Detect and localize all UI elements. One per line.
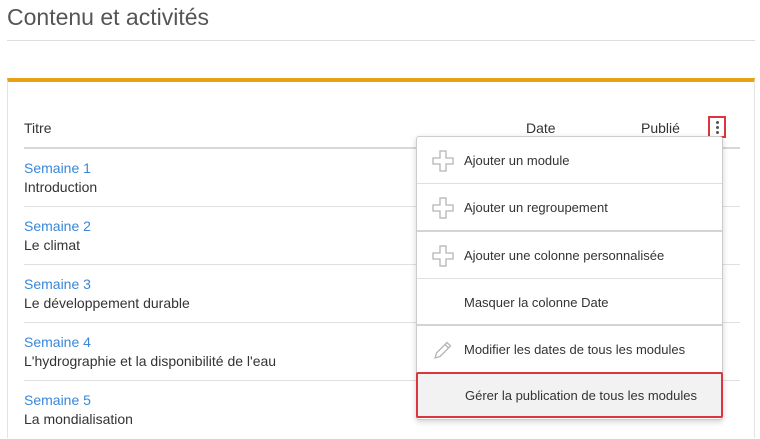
- menu-item-label: Gérer la publication de tous les modules: [465, 387, 697, 403]
- module-link[interactable]: Semaine 2: [24, 218, 91, 234]
- menu-item-label: Ajouter une colonne personnalisée: [464, 247, 665, 263]
- plus-icon: [432, 197, 454, 219]
- kebab-dot: [715, 130, 719, 134]
- column-header-title[interactable]: Titre: [24, 120, 51, 136]
- module-link[interactable]: Semaine 3: [24, 276, 91, 292]
- menu-item-manage-publication[interactable]: Gérer la publication de tous les modules: [416, 372, 723, 418]
- module-link[interactable]: Semaine 5: [24, 392, 91, 408]
- module-title: Introduction: [24, 179, 98, 195]
- plus-icon: [432, 150, 454, 172]
- column-header-published[interactable]: Publié: [641, 120, 680, 136]
- title-divider: [7, 40, 755, 41]
- kebab-dot: [715, 125, 719, 129]
- menu-item-label: Modifier les dates de tous les modules: [464, 341, 686, 357]
- menu-item-label: Masquer la colonne Date: [464, 294, 609, 310]
- column-header-date[interactable]: Date: [526, 120, 556, 136]
- kebab-dot: [715, 120, 719, 124]
- pencil-icon: [434, 341, 452, 359]
- page-title: Contenu et activités: [7, 4, 210, 30]
- options-dropdown-menu: Ajouter un module Ajouter un regroupemen…: [416, 136, 723, 420]
- menu-item-label: Ajouter un regroupement: [464, 199, 608, 215]
- menu-item-hide-date-column[interactable]: Masquer la colonne Date: [417, 279, 722, 325]
- plus-icon: [432, 245, 454, 267]
- menu-item-add-grouping[interactable]: Ajouter un regroupement: [417, 184, 722, 230]
- module-link[interactable]: Semaine 4: [24, 334, 91, 350]
- module-link[interactable]: Semaine 1: [24, 160, 91, 176]
- more-options-button[interactable]: [708, 116, 726, 138]
- menu-item-label: Ajouter un module: [464, 152, 570, 168]
- menu-item-edit-all-dates[interactable]: Modifier les dates de tous les modules: [417, 326, 722, 372]
- module-title: Le développement durable: [24, 295, 190, 311]
- menu-item-add-module[interactable]: Ajouter un module: [417, 137, 722, 183]
- module-title: L'hydrographie et la disponibilité de l'…: [24, 353, 277, 369]
- menu-item-add-custom-column[interactable]: Ajouter une colonne personnalisée: [417, 232, 722, 278]
- module-title: La mondialisation: [24, 411, 133, 427]
- module-title: Le climat: [24, 237, 81, 253]
